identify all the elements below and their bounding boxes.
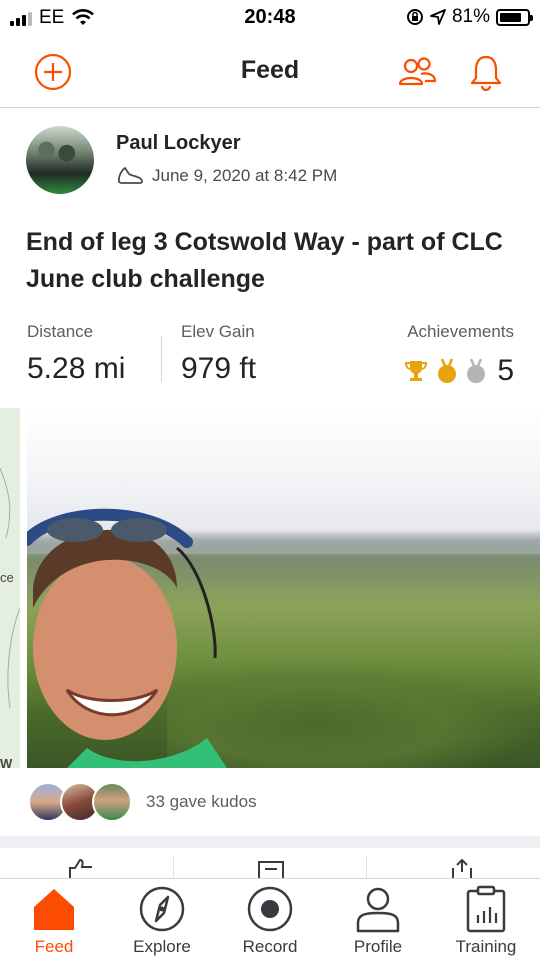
post-actions: [0, 848, 540, 878]
action-divider: [173, 856, 174, 878]
selfie-person: [27, 508, 227, 768]
stat-distance: Distance 5.28 mi: [27, 322, 125, 386]
rotation-lock-icon: [406, 9, 423, 25]
map-label: ce: [0, 570, 14, 585]
battery-icon: [496, 8, 533, 26]
person-icon: [356, 887, 400, 933]
status-bar: EE 20:48 81%: [0, 0, 540, 36]
comment-icon[interactable]: [256, 858, 286, 878]
tab-explore[interactable]: Explore: [108, 879, 216, 960]
tab-label: Feed: [34, 937, 74, 956]
bottom-tab-bar: Feed Explore Record Profile Training: [0, 878, 540, 960]
stat-achievements: Achievements 5: [403, 322, 514, 388]
status-right: 81%: [406, 6, 533, 28]
map-label: W: [0, 756, 13, 768]
tab-label: Training: [455, 937, 517, 956]
compass-icon: [139, 886, 185, 932]
thumbs-up-icon[interactable]: [66, 858, 96, 878]
tab-feed[interactable]: Feed: [0, 879, 108, 960]
post-timestamp: June 9, 2020 at 8:42 PM: [152, 166, 338, 185]
stat-label: Achievements: [407, 322, 514, 341]
map-lines: [0, 467, 20, 709]
stat-value: 979 ft: [181, 352, 257, 385]
app-header: Feed: [0, 36, 540, 108]
activity-photo[interactable]: [27, 408, 540, 768]
tab-training[interactable]: Training: [432, 879, 540, 960]
stat-elevation: Elev Gain 979 ft: [181, 322, 256, 386]
activity-title[interactable]: End of leg 3 Cotswold Way - part of CLC …: [26, 224, 516, 298]
people-icon: [398, 57, 437, 86]
achievement-count: 5: [497, 354, 514, 387]
notifications-button[interactable]: [466, 52, 506, 92]
post-author-row[interactable]: Paul Lockyer June 9, 2020 at 8:42 PM: [26, 126, 516, 198]
share-icon[interactable]: [447, 858, 477, 878]
page-title: Feed: [240, 56, 300, 84]
stat-label: Distance: [27, 322, 94, 341]
clipboard-chart-icon: [466, 885, 506, 933]
tab-record[interactable]: Record: [216, 879, 324, 960]
tab-label: Record: [242, 937, 298, 956]
achievement-icons: 5: [403, 354, 514, 388]
trophy-icon: [405, 361, 428, 381]
location-arrow-icon: [430, 9, 446, 25]
section-divider: [0, 836, 540, 848]
stat-label: Elev Gain: [181, 322, 255, 341]
tab-profile[interactable]: Profile: [324, 879, 432, 960]
post-meta: June 9, 2020 at 8:42 PM: [116, 166, 337, 186]
home-icon: [34, 889, 74, 930]
action-divider: [366, 856, 367, 878]
find-friends-button[interactable]: [397, 52, 437, 92]
record-icon: [247, 886, 293, 932]
silver-medal-icon: [467, 358, 486, 383]
kudos-avatar[interactable]: [92, 782, 132, 822]
kudos-count[interactable]: 33 gave kudos: [146, 792, 257, 812]
bell-icon: [470, 55, 502, 91]
stat-value: 5.28 mi: [27, 352, 126, 385]
tab-label: Explore: [133, 937, 191, 956]
route-map-preview[interactable]: ce W: [0, 408, 20, 768]
kudos-row[interactable]: 33 gave kudos: [28, 782, 257, 822]
battery-percent: 81%: [451, 6, 490, 27]
stat-divider: [161, 336, 162, 382]
gold-medal-icon: [438, 358, 457, 383]
author-avatar[interactable]: [26, 126, 94, 194]
author-name[interactable]: Paul Lockyer: [116, 132, 241, 155]
tab-label: Profile: [353, 937, 403, 956]
shoe-icon: [117, 167, 143, 184]
